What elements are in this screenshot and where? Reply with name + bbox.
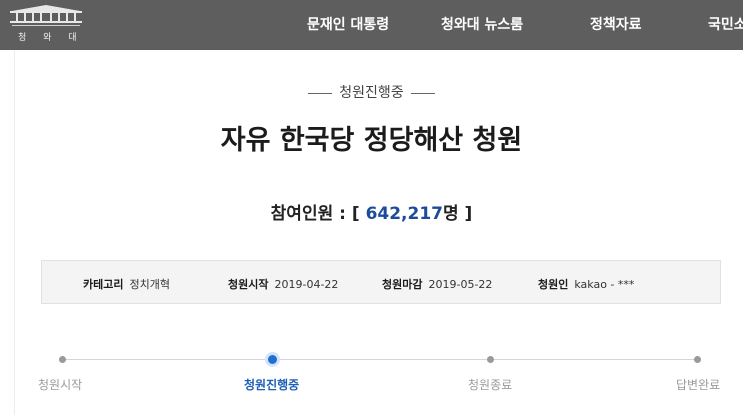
participants-unit: 명 ] (443, 204, 473, 224)
nav-item-citizen[interactable]: 국민소 (708, 14, 743, 34)
step-label-answered: 답변완료 (676, 378, 721, 392)
logo-text: 청 와 대 (18, 33, 84, 43)
progress-dot-in-progress (268, 355, 277, 364)
participant-count: 참여인원 : [ 642,217명 ] (0, 199, 743, 224)
petition-status: 청원진행중 (0, 82, 743, 102)
top-navigation-bar: 청 와 대 문재인 대통령 청와대 뉴스룸 정책자료 국민소 (0, 0, 743, 50)
progress-dot-closed (487, 356, 494, 363)
info-category: 카테고리 정치개혁 (83, 276, 170, 292)
status-text: 청원진행중 (339, 85, 404, 101)
petition-title: 자유 한국당 정당해산 청원 (220, 125, 523, 156)
progress-track (62, 359, 698, 360)
step-label-closed: 청원종료 (468, 378, 513, 392)
info-author-label: 청원인 (538, 278, 569, 291)
step-label-start: 청원시작 (38, 378, 83, 392)
nav-item-president[interactable]: 문재인 대통령 (307, 14, 389, 34)
info-category-value: 정치개혁 (129, 278, 170, 291)
progress-dot-start (59, 356, 66, 363)
content-left-border (14, 50, 15, 415)
nav-item-newsroom[interactable]: 청와대 뉴스룸 (441, 14, 523, 34)
info-author-value: kakao - *** (574, 278, 635, 291)
status-right-dash (410, 92, 435, 94)
blue-house-building-icon (10, 5, 82, 26)
info-author: 청원인 kakao - *** (538, 276, 634, 292)
info-start-label: 청원시작 (228, 278, 269, 291)
step-label-in-progress: 청원진행중 (244, 378, 300, 392)
blue-house-logo[interactable]: 청 와 대 (6, 3, 86, 45)
info-end-label: 청원마감 (382, 278, 423, 291)
status-left-dash (308, 92, 333, 94)
info-end-value: 2019-05-22 (428, 278, 493, 291)
info-category-label: 카테고리 (83, 278, 124, 291)
progress-dot-answered (694, 356, 701, 363)
nav-item-policy[interactable]: 정책자료 (590, 14, 642, 34)
participants-label: 참여인원 : [ (270, 204, 366, 224)
info-end-date: 청원마감 2019-05-22 (382, 276, 492, 292)
petition-info-box: 카테고리 정치개혁 청원시작 2019-04-22 청원마감 2019-05-22 청… (41, 260, 721, 304)
info-start-date: 청원시작 2019-04-22 (228, 276, 338, 292)
info-start-value: 2019-04-22 (274, 278, 339, 291)
participants-number: 642,217 (365, 204, 443, 224)
